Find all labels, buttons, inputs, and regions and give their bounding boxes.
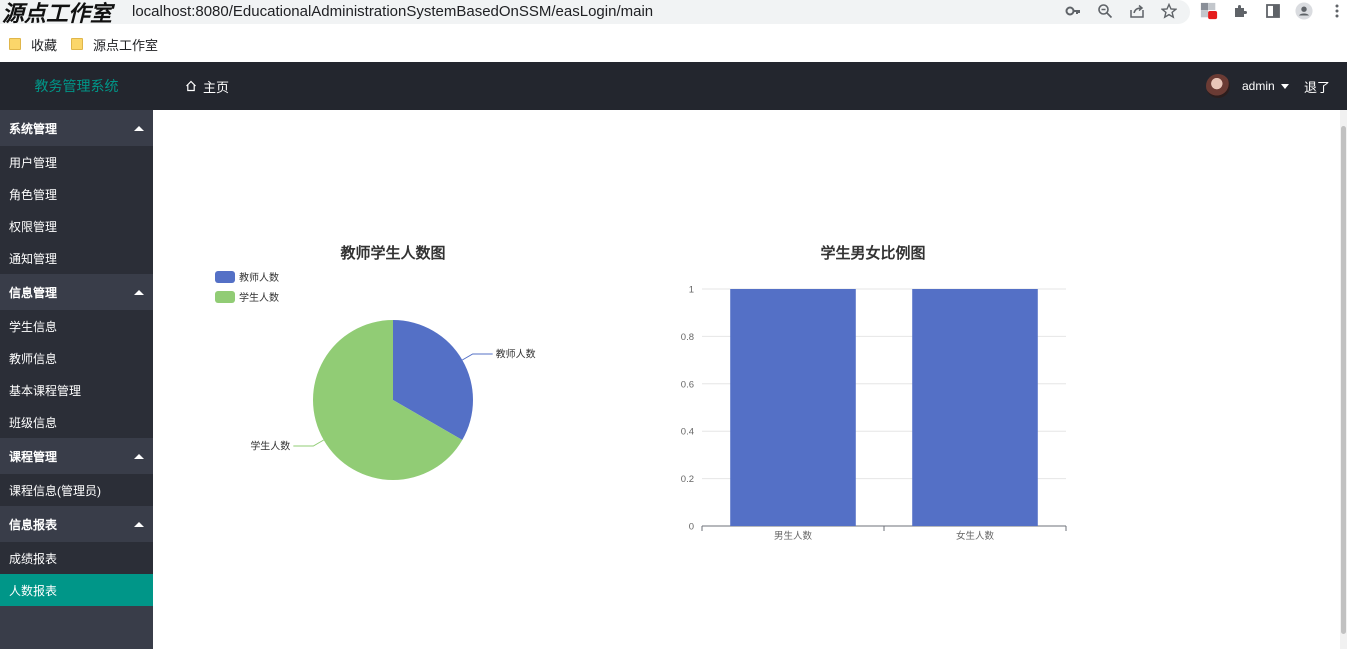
legend-label[interactable]: 学生人数 [239,291,279,304]
sidebar-group-system[interactable]: 系统管理 [0,110,153,146]
zoom-icon[interactable] [1096,2,1114,20]
sidebar-group-reports[interactable]: 信息报表 [0,506,153,542]
bookmark-item[interactable]: 源点工作室 [71,35,158,54]
sidebar-item-teacher-info[interactable]: 教师信息 [0,342,153,374]
caret-down-icon [1280,83,1289,89]
sidebar-item-user-management[interactable]: 用户管理 [0,146,153,178]
pie-slice-label: 教师人数 [496,348,536,361]
side-panel-icon[interactable] [1264,2,1282,20]
sidebar-group-label: 信息管理 [9,285,58,300]
sidebar-item-permission-management[interactable]: 权限管理 [0,210,153,242]
app-title[interactable]: 教务管理系统 [0,62,153,110]
bookmark-label: 源点工作室 [93,37,159,53]
legend-swatch[interactable] [215,291,235,303]
bar-chart-title: 学生男女比例图 [820,245,926,262]
pie-chart: 教师人数学生人数教师人数学生人数 [215,271,536,480]
legend-swatch[interactable] [215,271,235,283]
app-header: 教务管理系统 主页 admin 退了 [0,62,1347,110]
y-tick-label: 0 [689,522,694,533]
x-tick-label: 男生人数 [774,530,813,542]
menu-dots-icon[interactable] [1328,2,1346,20]
bar[interactable] [912,289,1038,526]
pie-slice-label: 学生人数 [250,440,290,453]
url-text[interactable]: localhost:8080/EducationalAdministration… [132,3,653,21]
collapse-arrow-icon [134,453,144,459]
watermark: 源点工作室 [2,1,113,27]
sidebar-item-student-info[interactable]: 学生信息 [0,310,153,342]
sidebar-item-notice-management[interactable]: 通知管理 [0,242,153,274]
folder-icon [9,38,21,50]
bookmarks-bar: 收藏 源点工作室 [0,32,164,56]
bar[interactable] [730,289,856,526]
folder-icon [71,38,84,50]
key-icon[interactable] [1064,2,1082,20]
collapse-arrow-icon [134,521,144,527]
sidebar: 系统管理 用户管理 角色管理 权限管理 通知管理 信息管理 学生信息 教师信息 … [0,110,153,649]
puzzle-icon[interactable] [1232,2,1250,20]
pie-chart-title: 教师学生人数图 [340,245,446,262]
y-tick-label: 0.8 [681,332,694,343]
legend-label[interactable]: 教师人数 [239,271,279,284]
y-tick-label: 1 [689,285,694,296]
home-nav-link[interactable]: 主页 [185,62,229,110]
home-label: 主页 [203,79,230,95]
sidebar-item-course-info-admin[interactable]: 课程信息(管理员) [0,474,153,506]
share-icon[interactable] [1128,2,1146,20]
sidebar-item-role-management[interactable]: 角色管理 [0,178,153,210]
home-icon [186,80,196,92]
x-tick-label: 女生人数 [956,530,995,542]
sidebar-item-class-info[interactable]: 班级信息 [0,406,153,438]
sidebar-group-label: 信息报表 [9,517,58,532]
y-tick-label: 0.6 [681,379,694,390]
pie-label-line [293,439,324,447]
sidebar-group-info[interactable]: 信息管理 [0,274,153,310]
sidebar-item-course-management[interactable]: 基本课程管理 [0,374,153,406]
sidebar-group-label: 课程管理 [9,449,58,464]
sidebar-item-score-report[interactable]: 成绩报表 [0,542,153,574]
bar-chart: 0 0.2 0.4 0.6 0.8 1 男生人数 女生人数 [681,285,1067,542]
scrollbar-thumb[interactable] [1341,126,1346,634]
logout-link[interactable]: 退了 [1304,62,1330,110]
pie-label-line [462,353,493,361]
collapse-arrow-icon [134,125,144,131]
browser-toolbar: 源点工作室 localhost:8080/EducationalAdminist… [0,0,1347,62]
sidebar-group-course[interactable]: 课程管理 [0,438,153,474]
user-menu[interactable]: admin [1242,62,1289,110]
profile-icon[interactable] [1295,2,1313,20]
star-icon[interactable] [1160,2,1178,20]
sidebar-group-label: 系统管理 [9,121,58,136]
extension-badge-icon[interactable] [1200,2,1218,20]
bookmark-item[interactable]: 收藏 [9,35,57,54]
avatar[interactable] [1206,74,1230,98]
bookmark-label: 收藏 [31,37,58,53]
sidebar-item-headcount-report[interactable]: 人数报表 [0,574,153,606]
collapse-arrow-icon [134,289,144,295]
y-tick-label: 0.2 [681,474,694,485]
y-tick-label: 0.4 [681,427,694,438]
user-name: admin [1242,79,1275,93]
